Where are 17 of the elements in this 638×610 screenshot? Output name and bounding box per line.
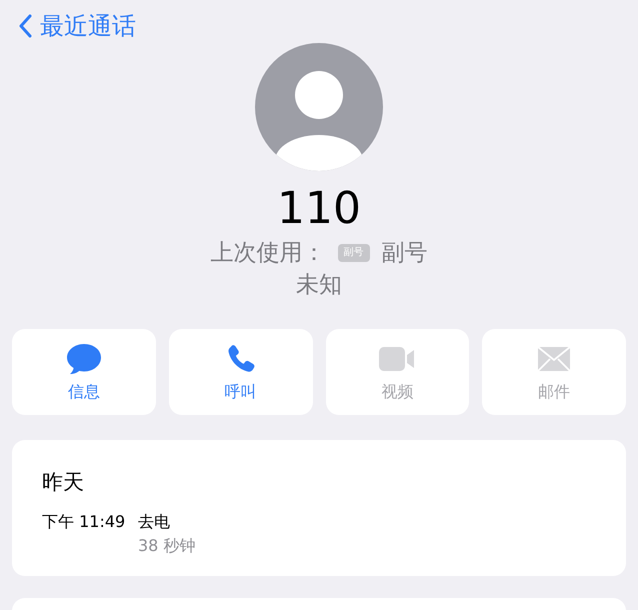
line-badge: 副号 [338, 244, 370, 262]
contact-subtitle: 未知 [295, 271, 343, 300]
chevron-left-icon [18, 14, 32, 38]
speech-bubble-icon [66, 342, 102, 374]
contact-number: 110 [276, 182, 362, 236]
call-date: 昨天 [42, 469, 85, 496]
line-name: 副号 [382, 239, 428, 268]
video-camera-icon [378, 346, 416, 372]
call-time: 下午 11:49 [42, 511, 126, 533]
phone-icon [226, 344, 256, 374]
action-button[interactable]: 信息 [12, 329, 156, 415]
call-duration: 38 秒钟 [138, 535, 196, 557]
envelope-icon [537, 346, 572, 372]
back-link[interactable]: 最近通话 [18, 10, 136, 42]
action-button[interactable]: 呼叫 [168, 329, 312, 415]
last-used-label: 上次使用： [210, 239, 326, 268]
call-type: 去电 [138, 511, 171, 533]
